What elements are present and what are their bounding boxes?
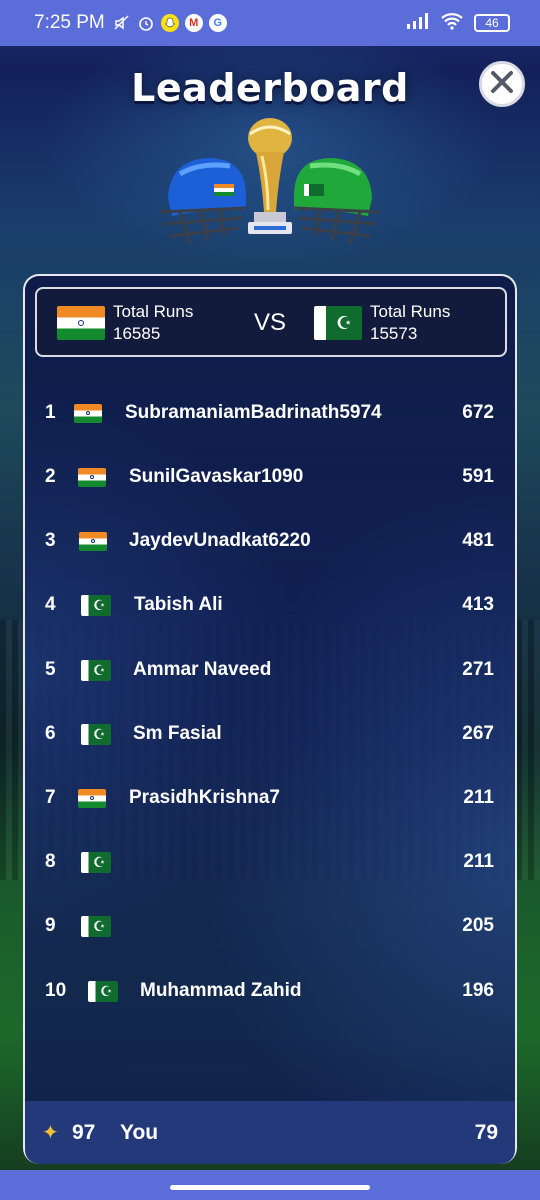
- pakistan-flag-icon: ☪: [81, 915, 111, 937]
- row-rank: 7: [45, 787, 56, 808]
- pakistan-flag-icon: ☪: [81, 659, 111, 681]
- leaderboard-row-9[interactable]: 9 ☪ 205: [25, 906, 515, 946]
- current-user-name: You: [120, 1120, 159, 1144]
- alarm-icon: [137, 14, 155, 32]
- status-time: 7:25 PM: [34, 12, 105, 33]
- signal-icon: [406, 13, 430, 33]
- row-player-name: Tabish Ali: [134, 594, 223, 615]
- team-totals-box: Total Runs 16585 VS ☪ Total Runs 15573: [35, 287, 507, 357]
- india-flag-icon: [78, 788, 106, 808]
- leaderboard-panel: Total Runs 16585 VS ☪ Total Runs 15573 1…: [23, 274, 517, 1164]
- leaderboard-row-1[interactable]: 1 SubramaniamBadrinath5974 672: [25, 393, 515, 433]
- row-rank: 1: [45, 402, 56, 423]
- india-total: Total Runs 16585: [57, 301, 193, 345]
- current-user-row[interactable]: ✦ 97 You 79: [25, 1101, 515, 1164]
- row-rank: 8: [45, 851, 56, 872]
- current-user-score: 79: [474, 1120, 498, 1144]
- leaderboard-row-4[interactable]: 4 ☪ Tabish Ali 413: [25, 585, 515, 625]
- row-player-name: Muhammad Zahid: [140, 980, 302, 1001]
- mute-icon: [113, 14, 131, 32]
- row-score: 267: [462, 723, 494, 744]
- pakistan-flag-icon: ☪: [81, 594, 111, 616]
- row-score: 196: [462, 980, 494, 1001]
- india-flag-icon: [78, 467, 106, 487]
- leaderboard-row-10[interactable]: 10 ☪ Muhammad Zahid 196: [25, 971, 515, 1011]
- pakistan-flag-icon: ☪: [314, 306, 362, 340]
- row-rank: 9: [45, 915, 56, 936]
- status-bar: 7:25 PM M G 46: [0, 0, 540, 46]
- snapchat-icon: [160, 14, 179, 32]
- row-score: 413: [462, 594, 494, 615]
- india-helmet-icon: [159, 158, 247, 245]
- india-total-label: Total Runs: [113, 302, 194, 321]
- close-button[interactable]: [479, 61, 525, 107]
- trophy-icon: [248, 118, 292, 234]
- india-total-value: 16585: [113, 324, 161, 343]
- current-user-rank: 97: [72, 1120, 96, 1144]
- row-score: 591: [462, 466, 494, 487]
- row-rank: 4: [45, 594, 56, 615]
- leaderboard-row-3[interactable]: 3 JaydevUnadkat6220 481: [25, 521, 515, 561]
- wifi-icon: [440, 12, 464, 34]
- row-score: 211: [463, 787, 494, 808]
- battery-indicator: 46: [474, 14, 510, 32]
- india-flag-icon: [57, 306, 105, 340]
- pakistan-total-value: 15573: [370, 324, 418, 343]
- row-player-name: PrasidhKrishna7: [129, 787, 280, 808]
- gmail-icon: M: [184, 14, 203, 32]
- india-flag-icon: [79, 531, 107, 551]
- row-score: 672: [462, 402, 494, 423]
- vs-label: VS: [254, 309, 287, 336]
- row-player-name: Ammar Naveed: [133, 659, 272, 680]
- row-score: 205: [462, 915, 494, 936]
- row-player-name: SubramaniamBadrinath5974: [125, 402, 382, 423]
- close-icon: [489, 69, 515, 100]
- row-score: 271: [462, 659, 494, 680]
- leaderboard-row-8[interactable]: 8 ☪ 211: [25, 842, 515, 882]
- pakistan-total-label: Total Runs: [370, 302, 451, 321]
- pakistan-flag-icon: ☪: [81, 723, 111, 745]
- row-rank: 6: [45, 723, 56, 744]
- leaderboard-row-7[interactable]: 7 PrasidhKrishna7 211: [25, 778, 515, 818]
- leaderboard-row-2[interactable]: 2 SunilGavaskar1090 591: [25, 457, 515, 497]
- row-rank: 5: [45, 659, 56, 680]
- row-player-name: JaydevUnadkat6220: [129, 530, 311, 551]
- pakistan-flag-icon: ☪: [81, 851, 111, 873]
- trophy-helmets-illustration: [150, 112, 390, 262]
- pakistan-flag-icon: ☪: [88, 980, 118, 1002]
- pakistan-helmet-icon: [293, 158, 381, 245]
- row-score: 211: [463, 851, 494, 872]
- row-rank: 2: [45, 466, 56, 487]
- home-gesture-handle[interactable]: [170, 1185, 370, 1190]
- star-icon: ✦: [42, 1122, 59, 1144]
- leaderboard-row-5[interactable]: 5 ☪ Ammar Naveed 271: [25, 650, 515, 690]
- row-rank: 3: [45, 530, 56, 551]
- row-rank: 10: [45, 980, 67, 1001]
- india-flag-icon: [74, 403, 102, 423]
- leaderboard-row-6[interactable]: 6 ☪ Sm Fasial 267: [25, 714, 515, 754]
- row-player-name: SunilGavaskar1090: [129, 466, 304, 487]
- pakistan-total: ☪ Total Runs 15573: [314, 301, 450, 345]
- row-score: 481: [462, 530, 494, 551]
- page-title: Leaderboard: [131, 66, 409, 110]
- row-player-name: Sm Fasial: [133, 723, 222, 744]
- google-icon: G: [208, 14, 227, 32]
